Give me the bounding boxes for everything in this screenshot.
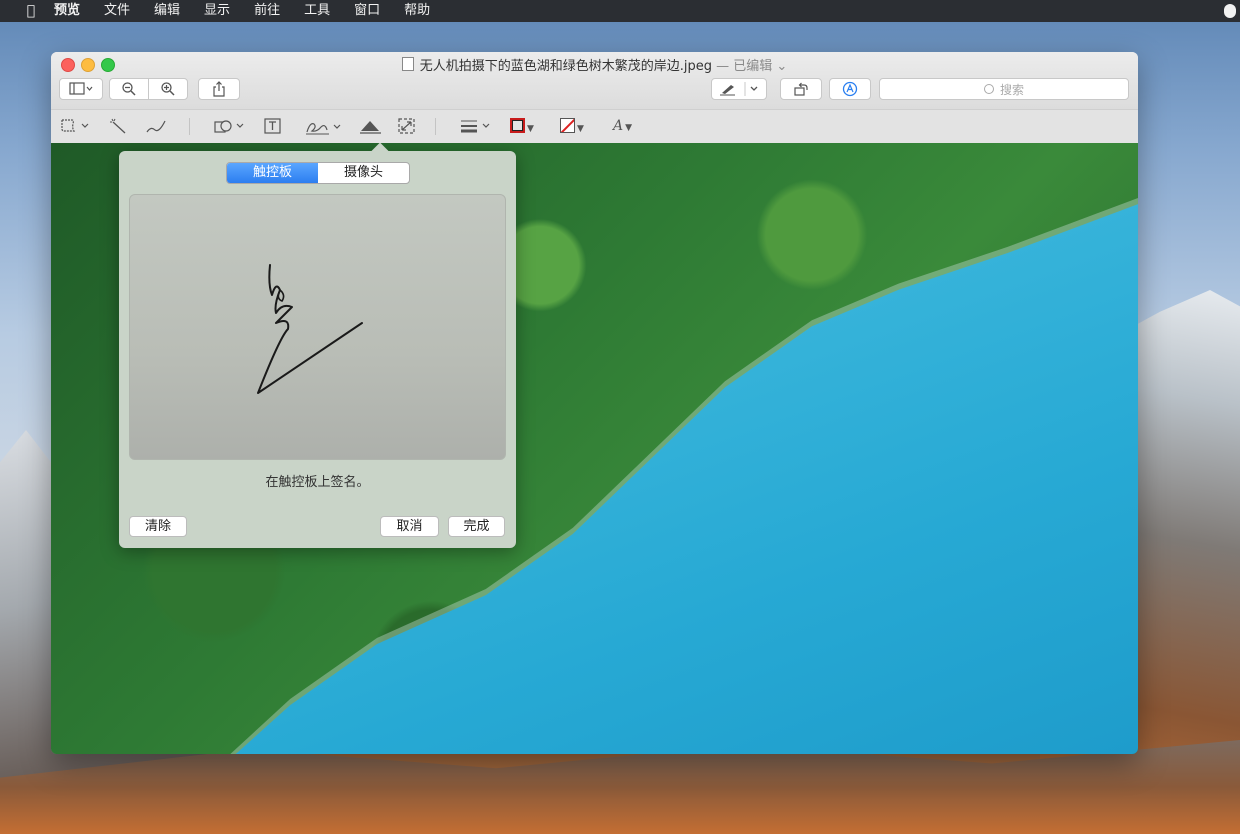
signature-pad[interactable] xyxy=(129,194,506,460)
sketch-tool[interactable] xyxy=(145,118,169,138)
document-icon xyxy=(401,57,414,71)
sidebar-icon xyxy=(69,82,93,95)
markup-pen-icon xyxy=(720,82,758,96)
line-style-tool[interactable] xyxy=(459,118,493,138)
rotate-button[interactable] xyxy=(780,78,822,100)
markup-toolbar-button[interactable] xyxy=(829,78,871,100)
clear-button[interactable]: 清除 xyxy=(129,516,187,537)
border-color-tool[interactable]: ▼ xyxy=(510,118,534,135)
menu-window[interactable]: 窗口 xyxy=(342,0,392,22)
signature-source-tabs: 触控板 摄像头 xyxy=(226,162,410,184)
text-icon xyxy=(264,118,281,134)
zoom-in-icon xyxy=(161,82,175,96)
pen-button[interactable] xyxy=(711,78,767,100)
image-canvas[interactable]: 触控板 摄像头 在触控板上签名。 清除 取消 完成 xyxy=(51,143,1138,754)
menu-bar:  预览 文件 编辑 显示 前往 工具 窗口 帮助 xyxy=(0,0,1240,22)
text-style-icon: A xyxy=(613,118,624,134)
text-style-tool[interactable]: A ▼ xyxy=(613,118,632,134)
cancel-button[interactable]: 取消 xyxy=(380,516,439,537)
fill-color-tool[interactable]: ▼ xyxy=(560,118,584,135)
selection-icon xyxy=(61,119,89,132)
signature-popover: 触控板 摄像头 在触控板上签名。 清除 取消 完成 xyxy=(119,143,516,548)
apple-logo-icon[interactable]:  xyxy=(20,3,42,19)
status-menu-icon[interactable] xyxy=(1224,4,1236,18)
markup-toolbar: ▼ ▼ A ▼ xyxy=(51,109,1138,144)
signature-prompt: 在触控板上签名。 xyxy=(265,475,370,490)
zoom-in-button[interactable] xyxy=(148,78,188,100)
rotate-icon xyxy=(794,82,808,96)
search-icon xyxy=(983,84,994,94)
zoom-out-icon xyxy=(122,82,136,96)
shapes-icon xyxy=(214,120,244,133)
adjust-size-icon xyxy=(398,118,415,134)
text-tool[interactable] xyxy=(264,118,282,138)
menu-tools[interactable]: 工具 xyxy=(292,0,342,22)
toolbar-divider xyxy=(189,118,190,135)
signature-stroke xyxy=(257,264,363,394)
adjust-size-tool[interactable] xyxy=(398,118,416,138)
signature-tool[interactable] xyxy=(305,118,345,140)
border-color-icon xyxy=(510,118,525,133)
zoom-out-button[interactable] xyxy=(109,78,149,100)
selection-tool[interactable] xyxy=(60,118,90,138)
instant-alpha-tool[interactable] xyxy=(109,118,129,138)
sidebar-button[interactable] xyxy=(59,78,103,100)
menu-go[interactable]: 前往 xyxy=(242,0,292,22)
menu-file[interactable]: 文件 xyxy=(92,0,142,22)
toolbar-divider xyxy=(435,118,436,135)
adjust-color-icon xyxy=(360,121,381,134)
tab-camera[interactable]: 摄像头 xyxy=(318,163,409,183)
window-title: 无人机拍摄下的蓝色湖和绿色树木繁茂的岸边.jpeg — 已编辑 ⌄ xyxy=(51,55,1138,74)
fill-color-icon xyxy=(560,118,575,133)
menu-edit[interactable]: 编辑 xyxy=(142,0,192,22)
window-filename: 无人机拍摄下的蓝色湖和绿色树木繁茂的岸边.jpeg xyxy=(419,59,712,74)
instant-alpha-icon xyxy=(110,118,126,134)
tab-trackpad[interactable]: 触控板 xyxy=(227,163,318,183)
share-icon xyxy=(213,81,225,97)
menu-help[interactable]: 帮助 xyxy=(392,0,442,22)
title-bar: 无人机拍摄下的蓝色湖和绿色树木繁茂的岸边.jpeg — 已编辑 ⌄ 搜索 xyxy=(51,52,1138,109)
sketch-icon xyxy=(146,120,166,133)
edited-status[interactable]: — 已编辑 ⌄ xyxy=(716,59,787,74)
menu-preview[interactable]: 预览 xyxy=(42,0,92,22)
menu-view[interactable]: 显示 xyxy=(192,0,242,22)
share-button[interactable] xyxy=(198,78,240,100)
adjust-color-tool[interactable] xyxy=(359,118,383,138)
search-field[interactable]: 搜索 xyxy=(879,78,1129,100)
signature-icon xyxy=(306,123,341,135)
shapes-tool[interactable] xyxy=(213,118,249,138)
preview-window: 无人机拍摄下的蓝色湖和绿色树木繁茂的岸边.jpeg — 已编辑 ⌄ 搜索 ▼ ▼… xyxy=(51,52,1138,754)
markup-toolbar-icon xyxy=(842,81,858,97)
search-placeholder: 搜索 xyxy=(999,82,1024,97)
line-style-icon xyxy=(461,120,490,133)
done-button[interactable]: 完成 xyxy=(448,516,505,537)
